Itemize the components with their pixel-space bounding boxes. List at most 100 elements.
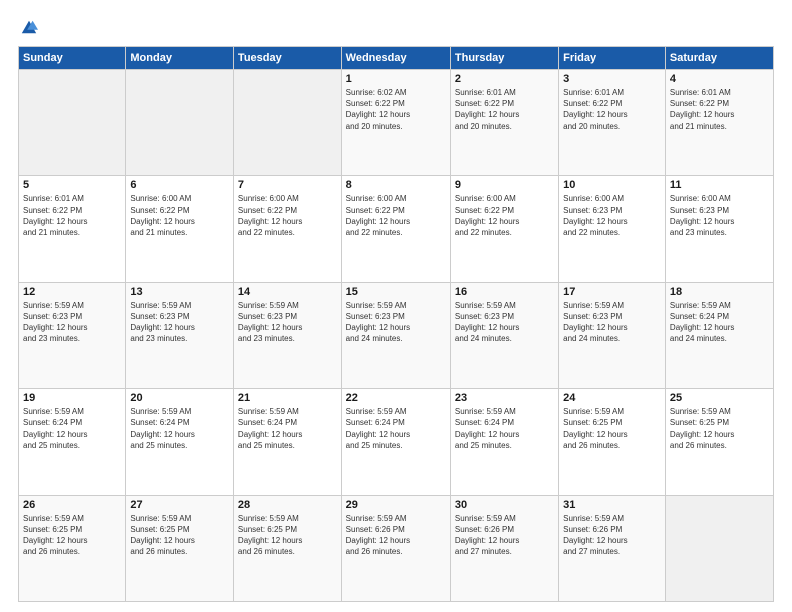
calendar-cell: 15 Sunrise: 5:59 AM Sunset: 6:23 PM Dayli… xyxy=(341,282,450,388)
day-number: 4 xyxy=(670,73,769,85)
calendar: SundayMondayTuesdayWednesdayThursdayFrid… xyxy=(18,46,774,602)
calendar-cell: 30 Sunrise: 5:59 AM Sunset: 6:26 PM Dayli… xyxy=(450,495,558,601)
calendar-cell: 8 Sunrise: 6:00 AM Sunset: 6:22 PM Daylig… xyxy=(341,176,450,282)
day-number: 1 xyxy=(346,73,446,85)
calendar-cell xyxy=(665,495,773,601)
day-info: Sunrise: 5:59 AM Sunset: 6:23 PM Dayligh… xyxy=(238,300,337,345)
day-info: Sunrise: 5:59 AM Sunset: 6:24 PM Dayligh… xyxy=(23,406,121,451)
day-number: 7 xyxy=(238,179,337,191)
header xyxy=(18,18,774,36)
day-number: 14 xyxy=(238,286,337,298)
day-info: Sunrise: 5:59 AM Sunset: 6:26 PM Dayligh… xyxy=(563,513,661,558)
calendar-header-friday: Friday xyxy=(559,47,666,70)
calendar-cell xyxy=(126,70,234,176)
calendar-cell: 29 Sunrise: 5:59 AM Sunset: 6:26 PM Dayli… xyxy=(341,495,450,601)
page: SundayMondayTuesdayWednesdayThursdayFrid… xyxy=(0,0,792,612)
calendar-cell: 10 Sunrise: 6:00 AM Sunset: 6:23 PM Dayli… xyxy=(559,176,666,282)
day-number: 13 xyxy=(130,286,229,298)
day-info: Sunrise: 5:59 AM Sunset: 6:23 PM Dayligh… xyxy=(563,300,661,345)
day-info: Sunrise: 5:59 AM Sunset: 6:26 PM Dayligh… xyxy=(455,513,554,558)
calendar-header-row: SundayMondayTuesdayWednesdayThursdayFrid… xyxy=(19,47,774,70)
day-info: Sunrise: 5:59 AM Sunset: 6:24 PM Dayligh… xyxy=(670,300,769,345)
day-number: 22 xyxy=(346,392,446,404)
day-info: Sunrise: 6:00 AM Sunset: 6:22 PM Dayligh… xyxy=(130,193,229,238)
day-info: Sunrise: 6:02 AM Sunset: 6:22 PM Dayligh… xyxy=(346,87,446,132)
day-number: 2 xyxy=(455,73,554,85)
day-info: Sunrise: 5:59 AM Sunset: 6:25 PM Dayligh… xyxy=(23,513,121,558)
day-number: 20 xyxy=(130,392,229,404)
calendar-cell: 5 Sunrise: 6:01 AM Sunset: 6:22 PM Daylig… xyxy=(19,176,126,282)
calendar-cell: 4 Sunrise: 6:01 AM Sunset: 6:22 PM Daylig… xyxy=(665,70,773,176)
calendar-cell: 25 Sunrise: 5:59 AM Sunset: 6:25 PM Dayli… xyxy=(665,389,773,495)
calendar-cell: 21Sunrise: 5:59 AM Sunset: 6:24 PM Dayli… xyxy=(233,389,341,495)
day-number: 26 xyxy=(23,499,121,511)
day-info: Sunrise: 5:59 AM Sunset: 6:24 PM Dayligh… xyxy=(346,406,446,451)
day-number: 29 xyxy=(346,499,446,511)
day-number: 15 xyxy=(346,286,446,298)
day-number: 8 xyxy=(346,179,446,191)
calendar-cell: 16 Sunrise: 5:59 AM Sunset: 6:23 PM Dayli… xyxy=(450,282,558,388)
day-number: 23 xyxy=(455,392,554,404)
calendar-cell: 13 Sunrise: 5:59 AM Sunset: 6:23 PM Dayli… xyxy=(126,282,234,388)
day-number: 12 xyxy=(23,286,121,298)
day-number: 17 xyxy=(563,286,661,298)
calendar-cell: 31 Sunrise: 5:59 AM Sunset: 6:26 PM Dayli… xyxy=(559,495,666,601)
calendar-cell: 24 Sunrise: 5:59 AM Sunset: 6:25 PM Dayli… xyxy=(559,389,666,495)
day-number: 9 xyxy=(455,179,554,191)
day-info: Sunrise: 6:01 AM Sunset: 6:22 PM Dayligh… xyxy=(670,87,769,132)
day-info: Sunrise: 6:01 AM Sunset: 6:22 PM Dayligh… xyxy=(455,87,554,132)
day-number: 6 xyxy=(130,179,229,191)
calendar-header-saturday: Saturday xyxy=(665,47,773,70)
day-number: 16 xyxy=(455,286,554,298)
calendar-cell: 26 Sunrise: 5:59 AM Sunset: 6:25 PM Dayli… xyxy=(19,495,126,601)
day-number: 24 xyxy=(563,392,661,404)
day-number: 5 xyxy=(23,179,121,191)
calendar-cell: 7 Sunrise: 6:00 AM Sunset: 6:22 PM Daylig… xyxy=(233,176,341,282)
calendar-cell: 20Sunrise: 5:59 AM Sunset: 6:24 PM Dayli… xyxy=(126,389,234,495)
calendar-cell: 22 Sunrise: 5:59 AM Sunset: 6:24 PM Dayli… xyxy=(341,389,450,495)
calendar-cell: 19Sunrise: 5:59 AM Sunset: 6:24 PM Dayli… xyxy=(19,389,126,495)
calendar-cell: 2 Sunrise: 6:01 AM Sunset: 6:22 PM Daylig… xyxy=(450,70,558,176)
calendar-cell: 17 Sunrise: 5:59 AM Sunset: 6:23 PM Dayli… xyxy=(559,282,666,388)
day-number: 28 xyxy=(238,499,337,511)
day-info: Sunrise: 5:59 AM Sunset: 6:25 PM Dayligh… xyxy=(130,513,229,558)
calendar-cell xyxy=(19,70,126,176)
day-info: Sunrise: 5:59 AM Sunset: 6:25 PM Dayligh… xyxy=(238,513,337,558)
day-number: 11 xyxy=(670,179,769,191)
calendar-header-monday: Monday xyxy=(126,47,234,70)
calendar-cell: 28 Sunrise: 5:59 AM Sunset: 6:25 PM Dayli… xyxy=(233,495,341,601)
day-number: 25 xyxy=(670,392,769,404)
day-info: Sunrise: 5:59 AM Sunset: 6:23 PM Dayligh… xyxy=(455,300,554,345)
calendar-cell: 27 Sunrise: 5:59 AM Sunset: 6:25 PM Dayli… xyxy=(126,495,234,601)
day-info: Sunrise: 5:59 AM Sunset: 6:23 PM Dayligh… xyxy=(23,300,121,345)
day-info: Sunrise: 6:00 AM Sunset: 6:22 PM Dayligh… xyxy=(346,193,446,238)
calendar-cell: 9 Sunrise: 6:00 AM Sunset: 6:22 PM Daylig… xyxy=(450,176,558,282)
logo-icon xyxy=(20,18,38,36)
day-info: Sunrise: 5:59 AM Sunset: 6:23 PM Dayligh… xyxy=(130,300,229,345)
day-info: Sunrise: 5:59 AM Sunset: 6:25 PM Dayligh… xyxy=(670,406,769,451)
day-info: Sunrise: 6:00 AM Sunset: 6:23 PM Dayligh… xyxy=(563,193,661,238)
calendar-header-wednesday: Wednesday xyxy=(341,47,450,70)
day-number: 21 xyxy=(238,392,337,404)
day-info: Sunrise: 6:00 AM Sunset: 6:22 PM Dayligh… xyxy=(455,193,554,238)
calendar-cell: 3Sunrise: 6:01 AM Sunset: 6:22 PM Daylig… xyxy=(559,70,666,176)
logo xyxy=(18,18,38,36)
calendar-week-4: 19Sunrise: 5:59 AM Sunset: 6:24 PM Dayli… xyxy=(19,389,774,495)
calendar-cell: 23 Sunrise: 5:59 AM Sunset: 6:24 PM Dayli… xyxy=(450,389,558,495)
day-info: Sunrise: 6:00 AM Sunset: 6:22 PM Dayligh… xyxy=(238,193,337,238)
day-info: Sunrise: 5:59 AM Sunset: 6:24 PM Dayligh… xyxy=(455,406,554,451)
day-number: 31 xyxy=(563,499,661,511)
day-info: Sunrise: 6:01 AM Sunset: 6:22 PM Dayligh… xyxy=(563,87,661,132)
day-number: 27 xyxy=(130,499,229,511)
calendar-week-1: 1 Sunrise: 6:02 AM Sunset: 6:22 PM Daylig… xyxy=(19,70,774,176)
day-info: Sunrise: 5:59 AM Sunset: 6:23 PM Dayligh… xyxy=(346,300,446,345)
calendar-header-tuesday: Tuesday xyxy=(233,47,341,70)
day-info: Sunrise: 6:01 AM Sunset: 6:22 PM Dayligh… xyxy=(23,193,121,238)
day-number: 10 xyxy=(563,179,661,191)
calendar-cell: 12 Sunrise: 5:59 AM Sunset: 6:23 PM Dayli… xyxy=(19,282,126,388)
calendar-week-2: 5 Sunrise: 6:01 AM Sunset: 6:22 PM Daylig… xyxy=(19,176,774,282)
day-info: Sunrise: 5:59 AM Sunset: 6:25 PM Dayligh… xyxy=(563,406,661,451)
calendar-cell: 14 Sunrise: 5:59 AM Sunset: 6:23 PM Dayli… xyxy=(233,282,341,388)
day-info: Sunrise: 5:59 AM Sunset: 6:26 PM Dayligh… xyxy=(346,513,446,558)
day-number: 30 xyxy=(455,499,554,511)
